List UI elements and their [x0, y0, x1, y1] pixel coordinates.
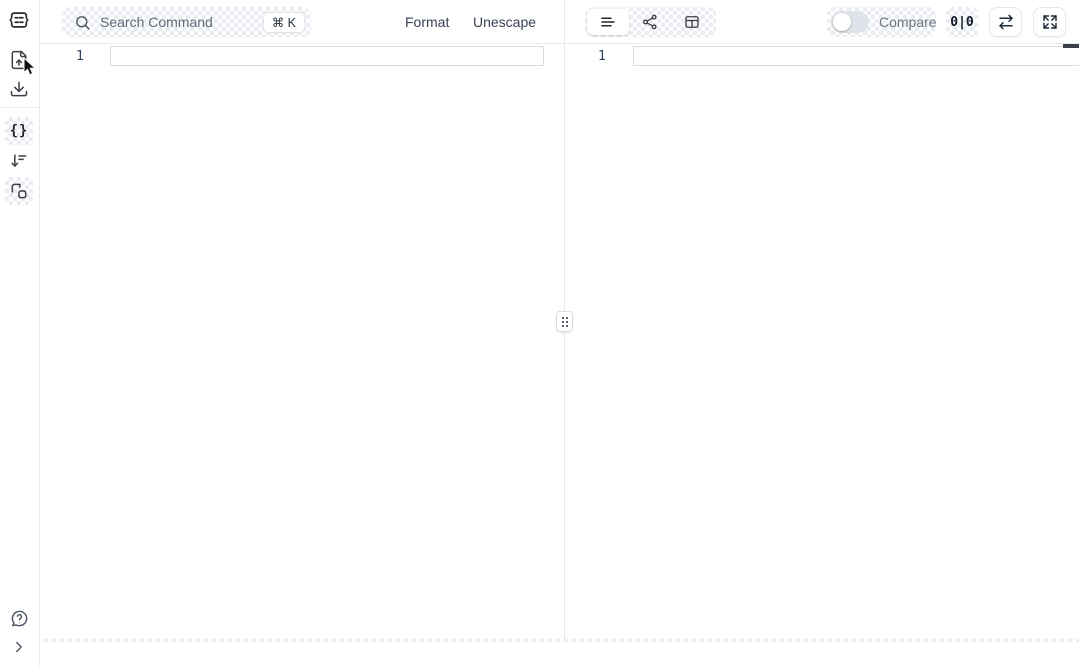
compare-label: Compare: [879, 14, 937, 30]
braces-icon[interactable]: {}: [5, 117, 33, 145]
unescape-button[interactable]: Unescape: [473, 14, 536, 30]
scroll-position-marker: [1063, 44, 1079, 48]
view-mode-switcher: [585, 7, 716, 37]
help-icon[interactable]: [5, 604, 33, 632]
transform-icon[interactable]: [5, 177, 33, 205]
icon-rail: {}: [0, 0, 40, 666]
json-formatter-app: {} Search Command ⌘ K Format Unescape Co…: [0, 0, 1079, 666]
keyboard-shortcut-badge: ⌘ K: [262, 11, 305, 33]
toggle-track[interactable]: [831, 11, 869, 33]
panes-bottom-border: [40, 639, 1079, 642]
right-editor[interactable]: 1: [565, 44, 1079, 641]
toggle-knob: [833, 13, 851, 31]
command-search[interactable]: ⌘ K: [62, 7, 311, 37]
editor-panes: 1 1: [40, 0, 1079, 641]
table-icon: [685, 16, 699, 28]
search-input[interactable]: [100, 14, 263, 30]
grip-dots-icon: [561, 316, 568, 327]
right-line-number: 1: [597, 48, 606, 64]
left-line-number: 1: [75, 48, 84, 64]
sort-icon[interactable]: [5, 147, 33, 175]
swap-panes-button[interactable]: [989, 7, 1022, 37]
text-view-button[interactable]: [587, 9, 629, 35]
format-button[interactable]: Format: [405, 14, 449, 30]
fullscreen-icon: [1042, 15, 1057, 29]
graph-icon: [643, 14, 657, 30]
search-icon: [76, 15, 90, 30]
left-active-line[interactable]: [110, 46, 544, 66]
diff-counter-button[interactable]: 0|0: [946, 7, 978, 37]
top-toolbar: ⌘ K Format Unescape: [40, 0, 1079, 44]
rail-divider: [0, 107, 40, 108]
expand-sidebar-icon[interactable]: [5, 633, 33, 661]
right-active-line[interactable]: [633, 46, 1079, 66]
left-editor-line: 1: [40, 46, 564, 66]
right-editor-line: 1: [565, 46, 1079, 66]
splitter-drag-handle[interactable]: [556, 311, 573, 332]
table-view-button[interactable]: [671, 9, 713, 35]
braces-glyph: {}: [9, 123, 29, 139]
align-left-icon: [601, 17, 615, 27]
swap-arrows-icon: [998, 14, 1013, 30]
compare-toggle[interactable]: Compare: [827, 7, 937, 37]
mouse-cursor: [23, 57, 37, 76]
download-icon[interactable]: [5, 75, 33, 103]
left-editor[interactable]: 1: [40, 44, 564, 641]
fullscreen-button[interactable]: [1033, 7, 1066, 37]
app-logo-icon[interactable]: [5, 6, 33, 34]
graph-view-button[interactable]: [629, 9, 671, 35]
